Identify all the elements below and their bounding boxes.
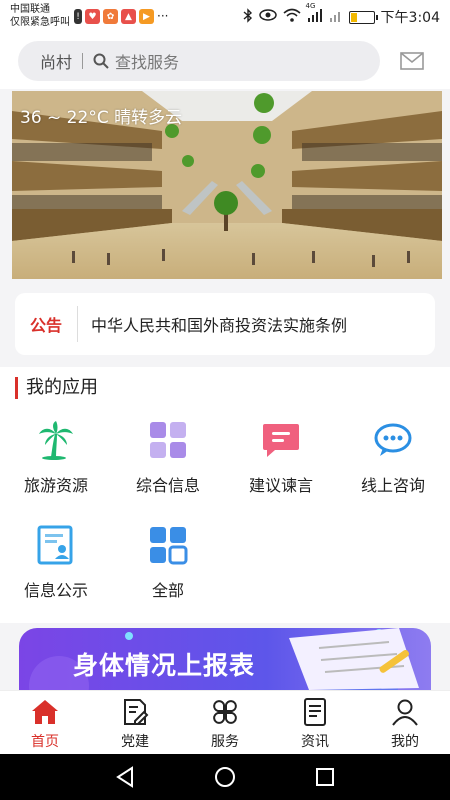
signal-icon: 4G xyxy=(306,2,323,26)
app-online-consult[interactable]: 线上咨询 xyxy=(337,420,449,496)
search-icon xyxy=(93,53,109,69)
app-all[interactable]: 全部 xyxy=(112,525,224,601)
app-info-publicity[interactable]: 信息公示 xyxy=(0,525,112,601)
wifi-icon xyxy=(283,8,301,26)
home-icon xyxy=(30,697,60,727)
app-label: 全部 xyxy=(151,581,184,600)
alert-icon: ! xyxy=(74,9,82,24)
bottom-tab-bar: 首页 党建 服务 资讯 我的 xyxy=(0,690,450,754)
tab-label: 我的 xyxy=(391,734,419,750)
app-notification-icon: ▲ xyxy=(121,9,136,24)
app-label: 综合信息 xyxy=(135,476,200,495)
promo-banner[interactable]: 身体情况上报表 xyxy=(19,628,431,690)
message-icon xyxy=(261,420,301,460)
app-notification-icon: ▶ xyxy=(139,9,154,24)
carrier-info: 中国联通 仅限紧急呼叫 xyxy=(10,3,70,29)
section-title: 我的应用 xyxy=(15,377,98,399)
weather-text: 36 ~ 22°C 晴转多云 xyxy=(20,108,183,128)
grid-icon xyxy=(148,420,188,460)
system-nav-bar xyxy=(0,754,450,800)
divider xyxy=(82,53,84,69)
tab-label: 首页 xyxy=(31,734,59,750)
tab-party-building[interactable]: 党建 xyxy=(90,691,180,754)
tab-mine[interactable]: 我的 xyxy=(360,691,450,754)
carrier-status: 仅限紧急呼叫 xyxy=(10,17,70,28)
my-apps-section: 我的应用 旅游资源 综合信息 建议谏言 线上咨询 信息公示 全部 xyxy=(0,367,450,623)
all-grid-icon xyxy=(148,525,188,565)
promo-title: 身体情况上报表 xyxy=(73,651,256,680)
recents-icon[interactable] xyxy=(315,766,335,792)
tab-news[interactable]: 资讯 xyxy=(270,691,360,754)
carrier-name: 中国联通 xyxy=(10,4,50,15)
eye-icon xyxy=(258,9,277,25)
location-selector[interactable]: 尚村 xyxy=(40,49,72,73)
back-icon[interactable] xyxy=(115,766,135,792)
app-label: 建议谏言 xyxy=(248,476,313,495)
bluetooth-icon xyxy=(243,7,253,27)
status-bar: 中国联通 仅限紧急呼叫 ! ♥ ✿ ▲ ▶ ··· 4G 下午3:04 xyxy=(0,0,450,34)
app-label: 旅游资源 xyxy=(23,476,88,495)
edit-doc-icon xyxy=(120,697,150,727)
palm-tree-icon xyxy=(36,420,76,460)
notice-board-icon xyxy=(36,525,76,565)
announcement-bar[interactable]: 公告 中华人民共和国外商投资法实施条例 xyxy=(15,293,435,355)
app-tourism[interactable]: 旅游资源 xyxy=(0,420,112,496)
home-circle-icon[interactable] xyxy=(214,766,236,792)
search-input[interactable]: 尚村 查找服务 xyxy=(18,41,380,81)
battery-icon xyxy=(348,10,378,24)
tab-label: 党建 xyxy=(121,734,149,750)
app-label: 信息公示 xyxy=(23,581,88,600)
notification-icons: ! ♥ ✿ ▲ ▶ ··· xyxy=(74,9,168,24)
search-placeholder: 查找服务 xyxy=(115,53,180,72)
announcement-tag: 公告 xyxy=(29,316,62,335)
signal-icon-2 xyxy=(329,8,343,26)
chat-bubbles-icon xyxy=(373,420,413,460)
announcement-text[interactable]: 中华人民共和国外商投资法实施条例 xyxy=(78,312,347,336)
search-header: 尚村 查找服务 xyxy=(0,34,450,89)
tab-home[interactable]: 首页 xyxy=(0,691,90,754)
app-notification-icon: ✿ xyxy=(103,9,118,24)
app-label: 线上咨询 xyxy=(360,476,425,495)
user-icon xyxy=(390,697,420,727)
more-notifications-icon: ··· xyxy=(157,9,169,23)
clock: 下午3:04 xyxy=(380,10,440,26)
tab-label: 服务 xyxy=(211,734,239,750)
clover-icon xyxy=(210,697,240,727)
status-right: 4G 下午3:04 xyxy=(243,2,440,27)
app-notification-icon: ♥ xyxy=(85,9,100,24)
banner-image[interactable]: 36 ~ 22°C 晴转多云 xyxy=(12,91,442,279)
app-general-info[interactable]: 综合信息 xyxy=(112,420,224,496)
news-icon xyxy=(300,697,330,727)
mail-icon[interactable] xyxy=(400,52,424,74)
app-suggestions[interactable]: 建议谏言 xyxy=(225,420,337,496)
tab-services[interactable]: 服务 xyxy=(180,691,270,754)
network-type: 4G xyxy=(305,2,316,10)
tab-label: 资讯 xyxy=(301,734,329,750)
